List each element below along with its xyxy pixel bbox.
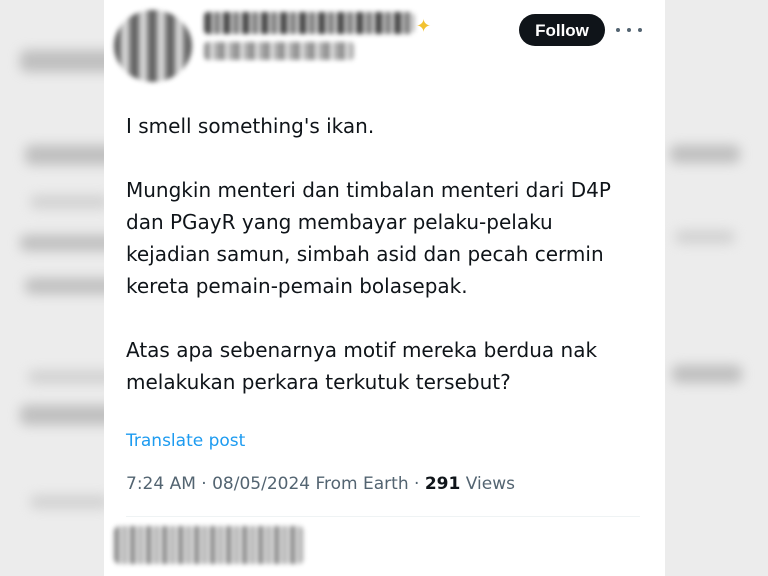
tweet-paragraph: Atas apa sebenarnya motif mereka berdua … xyxy=(126,334,646,398)
screenshot-stage: ✦ Follow I smell something's ikan. Mungk… xyxy=(0,0,768,576)
username-redacted[interactable] xyxy=(204,42,354,60)
tweet-line: Atas apa sebenarnya motif mereka berdua … xyxy=(126,338,598,362)
translate-post-link[interactable]: Translate post xyxy=(126,431,245,451)
tweet-paragraph: I smell something's ikan. xyxy=(126,110,646,142)
follow-button[interactable]: Follow xyxy=(519,14,605,46)
meta-separator: · xyxy=(414,474,420,494)
tweet-line: kejadian samun, simbah asid dan pecah ce… xyxy=(126,242,604,266)
tweet-line: I smell something's ikan. xyxy=(126,114,375,138)
sparkle-icon: ✦ xyxy=(416,16,432,37)
tweet-header: ✦ Follow xyxy=(104,0,665,90)
post-date[interactable]: 08/05/2024 xyxy=(212,474,310,494)
display-name-redacted[interactable] xyxy=(204,12,414,34)
tweet-paragraph: Mungkin menteri dan timbalan menteri dar… xyxy=(126,174,646,302)
redacted-footer xyxy=(114,526,304,564)
tweet-card: ✦ Follow I smell something's ikan. Mungk… xyxy=(104,0,665,576)
tweet-line: dan PGayR yang membayar pelaku-pelaku xyxy=(126,210,553,234)
tweet-line: kereta pemain-pemain bolasepak. xyxy=(126,274,468,298)
avatar[interactable] xyxy=(114,10,192,82)
views-count[interactable]: 291 xyxy=(425,474,461,494)
meta-separator: · xyxy=(201,474,207,494)
divider xyxy=(126,516,640,517)
views-label[interactable]: Views xyxy=(466,474,515,494)
tweet-line: Mungkin menteri dan timbalan menteri dar… xyxy=(126,178,611,202)
tweet-line: melakukan perkara terkutuk tersebut? xyxy=(126,370,511,394)
tweet-text: I smell something's ikan. Mungkin menter… xyxy=(126,110,646,430)
more-horizontal-icon[interactable] xyxy=(616,20,642,40)
tweet-metadata: 7:24 AM · 08/05/2024 From Earth · 291 Vi… xyxy=(126,474,515,494)
post-time[interactable]: 7:24 AM xyxy=(126,474,196,494)
post-source: From Earth xyxy=(315,474,409,494)
